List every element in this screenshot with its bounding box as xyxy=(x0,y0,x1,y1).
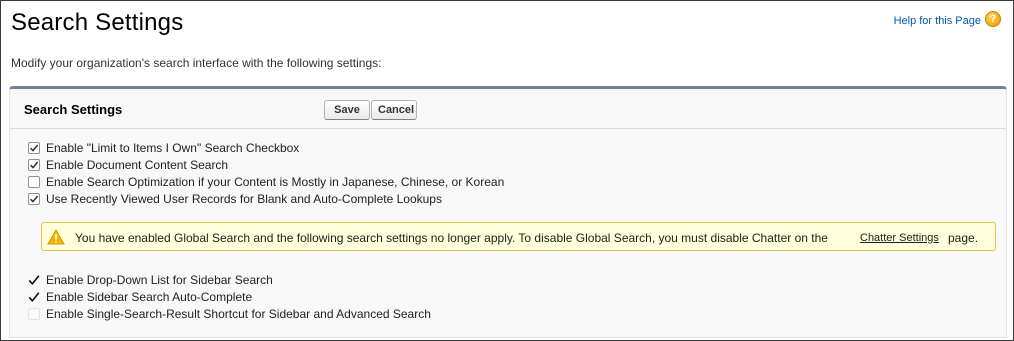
option-label: Enable "Limit to Items I Own" Search Che… xyxy=(46,141,300,155)
option-label: Use Recently Viewed User Records for Bla… xyxy=(46,192,442,206)
legacy-option-dropdown-list: Enable Drop-Down List for Sidebar Search xyxy=(28,273,273,287)
panel-title: Search Settings xyxy=(24,102,123,117)
page-frame: Search Settings Help for this Page ? Mod… xyxy=(0,0,1014,341)
warning-triangle-icon xyxy=(47,229,65,245)
option-label: Enable Sidebar Search Auto-Complete xyxy=(46,290,253,304)
option-label: Enable Document Content Search xyxy=(46,158,229,172)
page-description: Modify your organization's search interf… xyxy=(11,56,382,70)
warning-text: You have enabled Global Search and the f… xyxy=(75,231,828,245)
option-label: Enable Search Optimization if your Conte… xyxy=(46,175,505,189)
option-row-search-optimization: Enable Search Optimization if your Conte… xyxy=(28,175,504,189)
global-search-warning: You have enabled Global Search and the f… xyxy=(41,222,996,251)
limit-to-items-checkbox[interactable] xyxy=(28,142,40,154)
option-row-recently-viewed: Use Recently Viewed User Records for Bla… xyxy=(28,192,442,206)
option-label: Enable Drop-Down List for Sidebar Search xyxy=(46,273,273,287)
save-button[interactable]: Save xyxy=(324,100,370,120)
panel-header: Search Settings Save Cancel xyxy=(10,89,1006,129)
option-row-limit-to-items: Enable "Limit to Items I Own" Search Che… xyxy=(28,141,299,155)
document-content-search-checkbox[interactable] xyxy=(28,159,40,171)
checkmark-icon xyxy=(29,161,39,169)
help-link[interactable]: Help for this Page xyxy=(894,15,981,27)
search-optimization-checkbox[interactable] xyxy=(28,176,40,188)
page-title: Search Settings xyxy=(11,9,184,36)
legacy-option-sidebar-autocomplete: Enable Sidebar Search Auto-Complete xyxy=(28,290,252,304)
question-circle-icon[interactable]: ? xyxy=(985,11,1001,27)
warning-tail-text: page. xyxy=(948,231,979,245)
checkmark-icon xyxy=(29,144,39,152)
cancel-button[interactable]: Cancel xyxy=(371,100,417,120)
legacy-option-single-result-shortcut: Enable Single-Search-Result Shortcut for… xyxy=(28,307,431,321)
option-label: Enable Single-Search-Result Shortcut for… xyxy=(46,307,431,321)
option-row-document-content: Enable Document Content Search xyxy=(28,158,228,172)
checkmark-icon xyxy=(29,195,39,203)
search-settings-panel: Search Settings Save Cancel Enable "Limi… xyxy=(9,86,1007,338)
checkmark-icon xyxy=(28,274,40,286)
single-result-shortcut-checkbox xyxy=(28,308,40,320)
recently-viewed-users-checkbox[interactable] xyxy=(28,193,40,205)
chatter-settings-link[interactable]: Chatter Settings xyxy=(860,232,939,244)
checkmark-icon xyxy=(28,291,40,303)
